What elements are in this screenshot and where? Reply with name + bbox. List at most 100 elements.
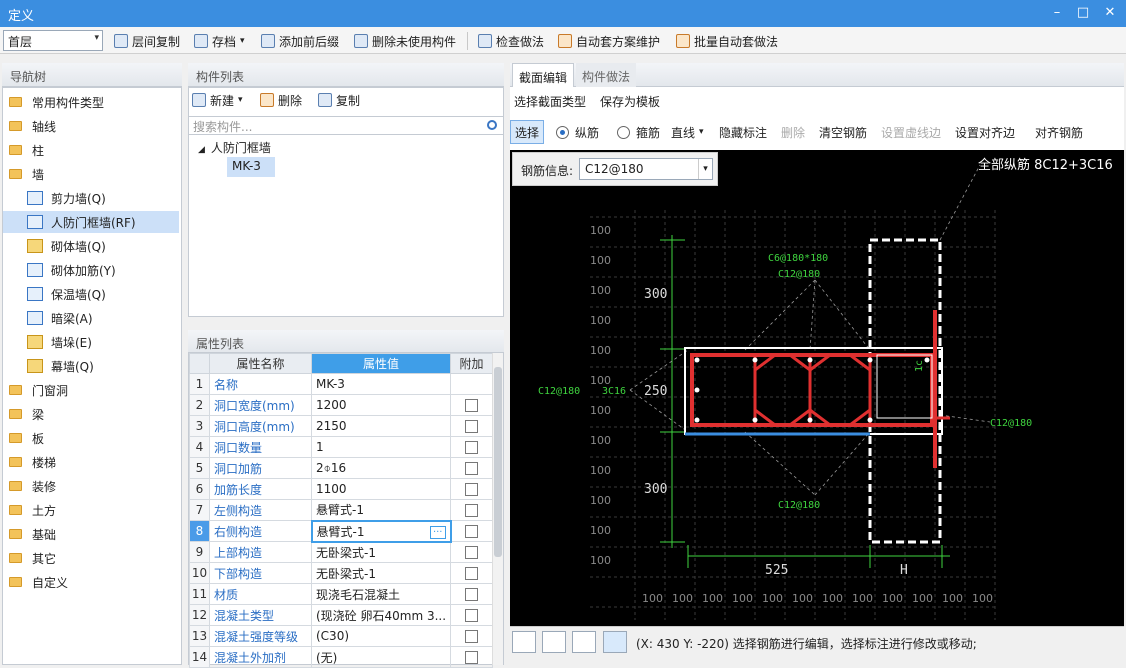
label-c12-left[interactable]: C12@180: [538, 386, 580, 397]
nav-item-column[interactable]: 柱: [3, 139, 179, 161]
nav-item-slab[interactable]: 板: [3, 427, 179, 449]
ortho-icon[interactable]: [512, 631, 536, 653]
nav-item-common[interactable]: 常用构件类型: [3, 91, 179, 113]
nav-item-masonry-reinforce[interactable]: 砌体加筋(Y): [3, 259, 179, 281]
stirrup-outer[interactable]: [690, 353, 934, 427]
auto-scheme-button[interactable]: 自动套方案维护: [558, 31, 660, 51]
extra-checkbox[interactable]: [465, 651, 478, 664]
chevron-down-icon[interactable]: ▾: [698, 159, 712, 179]
label-c12-top[interactable]: C12@180: [778, 269, 820, 280]
dim-250[interactable]: 250: [644, 384, 667, 399]
component-search-input[interactable]: 搜索构件...: [188, 116, 504, 135]
table-row[interactable]: 2 洞口宽度(mm) 1200: [189, 394, 493, 416]
delete-rebar-button[interactable]: 删除: [781, 122, 805, 142]
nav-item-other[interactable]: 其它: [3, 547, 179, 569]
table-row[interactable]: 14 混凝土外加剂 (无): [189, 646, 493, 668]
extra-checkbox[interactable]: [465, 462, 478, 475]
nav-item-masonry-wall[interactable]: 砌体墙(Q): [3, 235, 179, 257]
dim-300-bottom[interactable]: 300: [644, 482, 667, 497]
nav-item-decoration[interactable]: 装修: [3, 475, 179, 497]
extra-checkbox[interactable]: [465, 609, 478, 622]
table-row[interactable]: 10 下部构造 无卧梁式-1: [189, 562, 493, 584]
nav-item-wall-pier[interactable]: 墙垛(E): [3, 331, 179, 353]
table-row-selected[interactable]: 8 右侧构造 悬臂式-1 ···: [189, 519, 493, 543]
prop-value-cell[interactable]: 悬臂式-1: [311, 499, 451, 521]
table-row[interactable]: 7 左侧构造 悬臂式-1: [189, 499, 493, 521]
select-tool-button[interactable]: 选择: [510, 120, 545, 144]
maximize-icon[interactable]: □: [1072, 3, 1094, 23]
set-dashed-edge-button[interactable]: 设置虚线边: [881, 122, 941, 142]
nav-item-shear-wall[interactable]: 剪力墙(Q): [3, 187, 179, 209]
nav-item-axis[interactable]: 轴线: [3, 115, 179, 137]
nav-item-beam[interactable]: 梁: [3, 403, 179, 425]
dynamic-input-icon[interactable]: [603, 631, 627, 653]
section-canvas[interactable]: 100 100 100 100 100 100 100 100 100 100 …: [510, 150, 1124, 626]
nav-item-stairs[interactable]: 楼梯: [3, 451, 179, 473]
wall-outline[interactable]: [684, 347, 943, 435]
dim-525[interactable]: 525: [765, 563, 788, 578]
prop-value-cell[interactable]: 1200: [311, 394, 451, 416]
table-row[interactable]: 5 洞口加筋 2⌽16: [189, 457, 493, 479]
prop-value-cell[interactable]: 2⌽16: [311, 457, 451, 479]
check-method-button[interactable]: 检查做法: [478, 31, 544, 51]
nav-item-door-window[interactable]: 门窗洞: [3, 379, 179, 401]
extra-checkbox[interactable]: [465, 588, 478, 601]
perpendicular-icon[interactable]: [572, 631, 596, 653]
extra-checkbox[interactable]: [465, 546, 478, 559]
scrollbar-thumb[interactable]: [494, 367, 502, 557]
table-row[interactable]: 13 混凝土强度等级 (C30): [189, 625, 493, 647]
nav-item-earthwork[interactable]: 土方: [3, 499, 179, 521]
table-row[interactable]: 3 洞口高度(mm) 2150: [189, 415, 493, 437]
delete-unused-button[interactable]: 删除未使用构件: [354, 31, 456, 51]
extra-checkbox[interactable]: [465, 567, 478, 580]
prop-value-cell[interactable]: (C30): [311, 625, 451, 647]
prop-value-cell[interactable]: (无): [311, 646, 451, 668]
align-rebar-button[interactable]: 对齐钢筋: [1035, 122, 1083, 142]
prop-value-cell[interactable]: (现浇砼 卵石40mm 3...: [311, 604, 451, 626]
table-row[interactable]: 4 洞口数量 1: [189, 436, 493, 458]
line-tool-button[interactable]: 直线 ▾: [671, 122, 704, 142]
prop-value-cell[interactable]: 现浇毛石混凝土: [311, 583, 451, 605]
archive-button[interactable]: 存档 ▾: [194, 31, 245, 51]
nav-item-wall[interactable]: 墙: [3, 163, 179, 185]
snap-line-icon[interactable]: [542, 631, 566, 653]
prop-value-editor[interactable]: 悬臂式-1 ···: [310, 519, 452, 543]
delete-component-button[interactable]: 删除: [260, 90, 302, 110]
nav-item-foundation[interactable]: 基础: [3, 523, 179, 545]
nav-item-custom[interactable]: 自定义: [3, 571, 179, 593]
extra-checkbox[interactable]: [465, 420, 478, 433]
select-section-type-button[interactable]: 选择截面类型: [514, 91, 586, 111]
extra-checkbox[interactable]: [465, 630, 478, 643]
label-3c16[interactable]: 3C16: [602, 386, 626, 397]
copy-between-floors-button[interactable]: 层间复制: [114, 31, 180, 51]
table-row[interactable]: 9 上部构造 无卧梁式-1: [189, 541, 493, 563]
label-1c[interactable]: 1c: [914, 360, 925, 372]
prop-value-cell[interactable]: MK-3: [311, 373, 451, 395]
close-icon[interactable]: ✕: [1099, 3, 1121, 23]
extra-checkbox[interactable]: [465, 504, 478, 517]
minimize-icon[interactable]: –: [1046, 3, 1068, 23]
prop-value-cell[interactable]: 1100: [311, 478, 451, 500]
prop-value-cell[interactable]: 1: [311, 436, 451, 458]
extra-checkbox[interactable]: [465, 483, 478, 496]
save-template-button[interactable]: 保存为模板: [600, 91, 660, 111]
component-item-mk3[interactable]: MK-3: [227, 157, 275, 177]
extra-checkbox[interactable]: [465, 399, 478, 412]
label-c12-bottom[interactable]: C12@180: [778, 500, 820, 511]
ellipsis-button[interactable]: ···: [429, 525, 446, 539]
tab-component-method[interactable]: 构件做法: [576, 63, 637, 87]
set-align-edge-button[interactable]: 设置对齐边: [955, 122, 1015, 142]
batch-auto-method-button[interactable]: 批量自动套做法: [676, 31, 778, 51]
add-prefix-suffix-button[interactable]: 添加前后缀: [261, 31, 339, 51]
extra-checkbox[interactable]: [465, 441, 478, 454]
prop-value-cell[interactable]: 2150: [311, 415, 451, 437]
component-tree-root[interactable]: ◢ 人防门框墙: [198, 139, 271, 156]
table-row[interactable]: 1 名称 MK-3: [189, 373, 493, 395]
section-drawing[interactable]: 100 100 100 100 100 100 100 100 100 100 …: [510, 150, 1124, 626]
prop-value-cell[interactable]: 无卧梁式-1: [311, 541, 451, 563]
nav-item-insulation-wall[interactable]: 保温墙(Q): [3, 283, 179, 305]
table-row[interactable]: 11 材质 现浇毛石混凝土: [189, 583, 493, 605]
property-scrollbar[interactable]: [492, 353, 503, 665]
dim-h[interactable]: H: [900, 563, 908, 578]
label-c12-right[interactable]: C12@180: [990, 418, 1032, 429]
